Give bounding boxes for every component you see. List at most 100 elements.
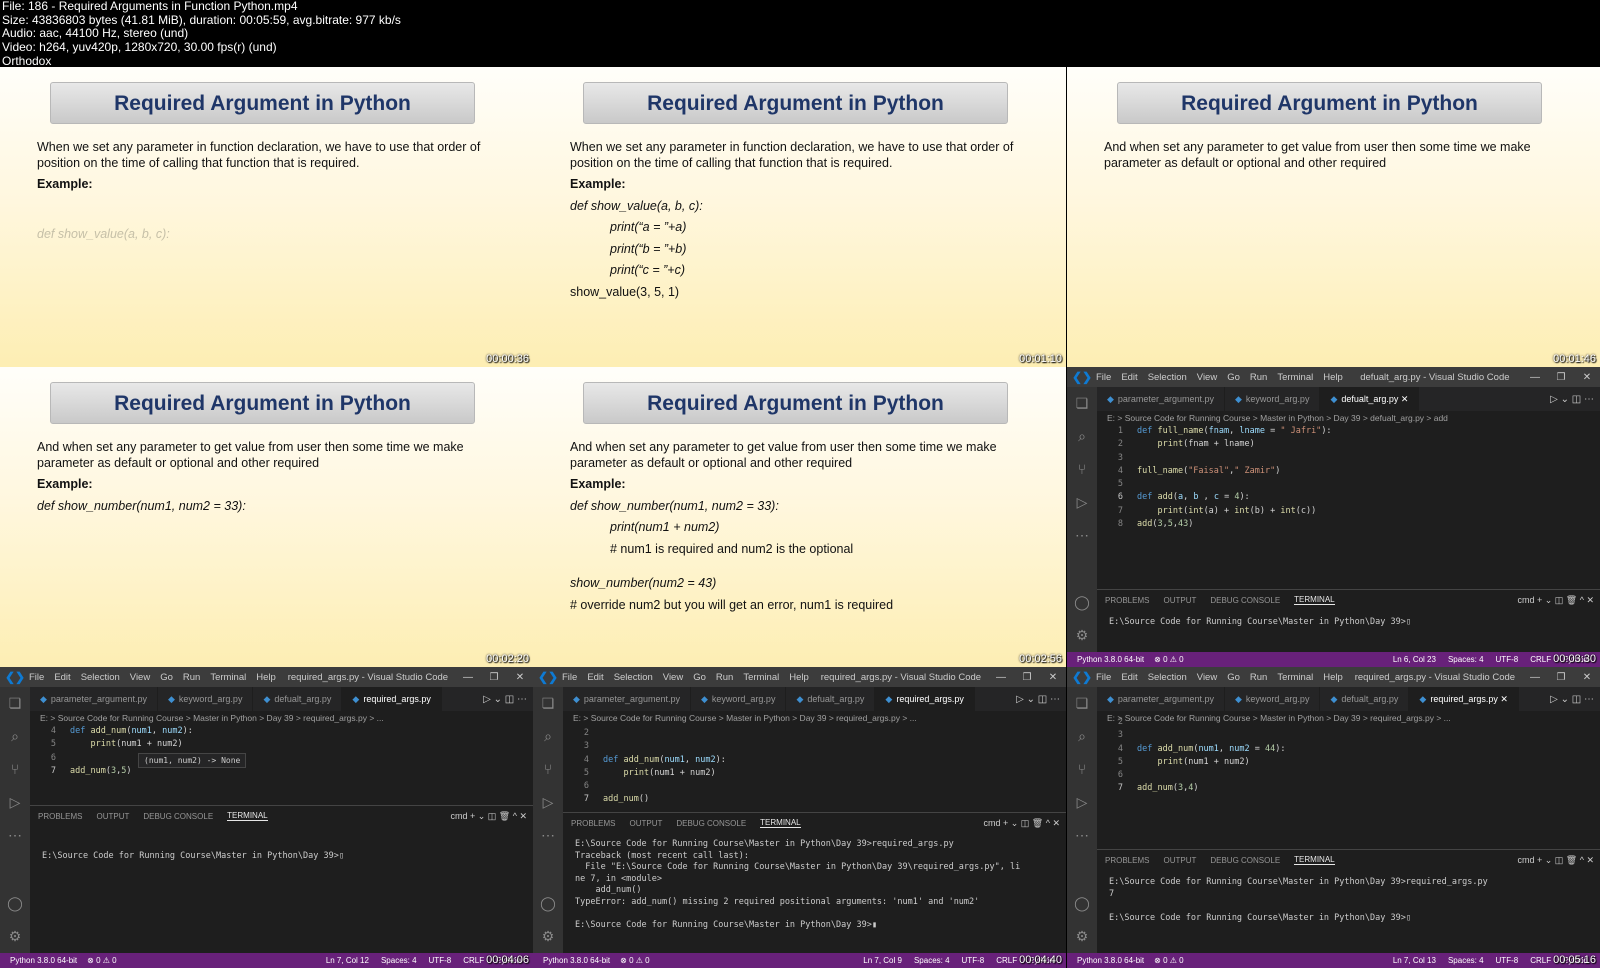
panel-tab-problems[interactable]: PROBLEMS xyxy=(1105,596,1149,605)
gear-icon[interactable]: ⚙ xyxy=(533,920,563,953)
python-interpreter[interactable]: Python 3.8.0 64-bit xyxy=(1077,652,1144,667)
cursor-position[interactable]: Ln 7, Col 13 xyxy=(1393,953,1436,968)
panel-tab-debug-console[interactable]: DEBUG CONSOLE xyxy=(676,819,746,828)
code-editor[interactable]: 2 3 4 def add_num(num1, num2 = 44): 5 pri… xyxy=(1097,716,1590,796)
restore-icon[interactable]: ❐ xyxy=(1014,672,1040,683)
tab-keyword-arg[interactable]: ◆ keyword_arg.py xyxy=(158,687,254,711)
menu-run[interactable]: Run xyxy=(711,672,738,683)
indentation[interactable]: Spaces: 4 xyxy=(1448,652,1484,667)
terminal-controls[interactable]: cmd + ⌄ ◫ 🗑 ^ ✕ xyxy=(984,818,1061,829)
menu-view[interactable]: View xyxy=(1192,372,1222,383)
close-icon[interactable]: ✕ xyxy=(1040,672,1066,683)
tab-defualt-arg[interactable]: ◆ defualt_arg.py xyxy=(253,687,343,711)
panel-tab-output[interactable]: OUTPUT xyxy=(96,812,129,821)
gear-icon[interactable]: ⚙ xyxy=(0,920,30,953)
account-icon[interactable]: ◯ xyxy=(1067,586,1097,619)
panel-tab-output[interactable]: OUTPUT xyxy=(629,819,662,828)
menu-go[interactable]: Go xyxy=(1222,372,1245,383)
tab-defualt-arg[interactable]: ◆ defualt_arg.py xyxy=(1320,687,1410,711)
menu-selection[interactable]: Selection xyxy=(1143,372,1192,383)
account-icon[interactable]: ◯ xyxy=(533,887,563,920)
panel-tab-output[interactable]: OUTPUT xyxy=(1163,856,1196,865)
menu-view[interactable]: View xyxy=(658,672,688,683)
cursor-position[interactable]: Ln 7, Col 9 xyxy=(863,953,902,968)
search-icon[interactable]: ⌕ xyxy=(533,720,563,753)
tab-parameter-argument[interactable]: ◆ parameter_argument.py xyxy=(1097,387,1225,411)
menu-selection[interactable]: Selection xyxy=(76,672,125,683)
menu-edit[interactable]: Edit xyxy=(49,672,75,683)
explorer-icon[interactable]: ❏ xyxy=(533,687,563,720)
editor-actions[interactable]: ▷ ⌄ ◫ ⋯ xyxy=(1550,394,1600,405)
line-ending[interactable]: CRLF xyxy=(1530,652,1551,667)
menu-edit[interactable]: Edit xyxy=(1116,372,1142,383)
line-ending[interactable]: CRLF xyxy=(996,953,1017,968)
explorer-icon[interactable]: ❏ xyxy=(0,687,30,720)
terminal-output[interactable]: E:\Source Code for Running Course\Master… xyxy=(30,826,533,868)
code-editor[interactable]: 4 def add_num(num1, num2): 5 print (num1 +… xyxy=(30,725,523,778)
menu-selection[interactable]: Selection xyxy=(609,672,658,683)
source-control-icon[interactable]: ⑂ xyxy=(533,753,563,786)
minimize-icon[interactable]: — xyxy=(1522,672,1548,683)
encoding[interactable]: UTF-8 xyxy=(429,953,452,968)
menu-file[interactable]: File xyxy=(24,672,49,683)
explorer-icon[interactable]: ❏ xyxy=(1067,687,1097,720)
breadcrumb[interactable]: E: > Source Code for Running Course > Ma… xyxy=(573,711,1066,725)
account-icon[interactable]: ◯ xyxy=(0,887,30,920)
menu-terminal[interactable]: Terminal xyxy=(1272,372,1318,383)
menu-go[interactable]: Go xyxy=(155,672,178,683)
indentation[interactable]: Spaces: 4 xyxy=(381,953,417,968)
panel-tab-debug-console[interactable]: DEBUG CONSOLE xyxy=(1210,856,1280,865)
panel-tab-output[interactable]: OUTPUT xyxy=(1163,596,1196,605)
editor-actions[interactable]: ▷ ⌄ ◫ ⋯ xyxy=(1550,694,1600,705)
tab-parameter-argument[interactable]: ◆ parameter_argument.py xyxy=(30,687,158,711)
menu-file[interactable]: File xyxy=(1091,672,1116,683)
menu-edit[interactable]: Edit xyxy=(1116,672,1142,683)
menu-terminal[interactable]: Terminal xyxy=(205,672,251,683)
source-control-icon[interactable]: ⑂ xyxy=(1067,753,1097,786)
cursor-position[interactable]: Ln 6, Col 23 xyxy=(1393,652,1436,667)
panel-tab-terminal[interactable]: TERMINAL xyxy=(1294,855,1335,865)
menu-run[interactable]: Run xyxy=(1245,672,1272,683)
menu-go[interactable]: Go xyxy=(688,672,711,683)
tab-required-args[interactable]: ◆ required_args.py xyxy=(342,687,442,711)
editor-actions[interactable]: ▷ ⌄ ◫ ⋯ xyxy=(1016,694,1066,705)
tab-keyword-arg[interactable]: ◆ keyword_arg.py xyxy=(1225,387,1321,411)
gear-icon[interactable]: ⚙ xyxy=(1067,619,1097,652)
panel-tab-problems[interactable]: PROBLEMS xyxy=(571,819,615,828)
tab-keyword-arg[interactable]: ◆ keyword_arg.py xyxy=(691,687,787,711)
python-interpreter[interactable]: Python 3.8.0 64-bit xyxy=(10,953,77,968)
restore-icon[interactable]: ❐ xyxy=(1548,672,1574,683)
search-icon[interactable]: ⌕ xyxy=(1067,720,1097,753)
minimize-icon[interactable]: — xyxy=(1522,372,1548,383)
encoding[interactable]: UTF-8 xyxy=(1496,953,1519,968)
run-debug-icon[interactable]: ▷ xyxy=(1067,486,1097,519)
panel-tab-problems[interactable]: PROBLEMS xyxy=(1105,856,1149,865)
menu-help[interactable]: Help xyxy=(1318,672,1348,683)
code-editor[interactable]: 2 3 4 def add_num(num1, num2): 5 print (nu… xyxy=(563,727,1056,807)
python-interpreter[interactable]: Python 3.8.0 64-bit xyxy=(543,953,610,968)
encoding[interactable]: UTF-8 xyxy=(1496,652,1519,667)
menu-edit[interactable]: Edit xyxy=(582,672,608,683)
indentation[interactable]: Spaces: 4 xyxy=(1448,953,1484,968)
panel-tab-terminal[interactable]: TERMINAL xyxy=(760,818,801,828)
tab-parameter-argument[interactable]: ◆ parameter_argument.py xyxy=(1097,687,1225,711)
python-interpreter[interactable]: Python 3.8.0 64-bit xyxy=(1077,953,1144,968)
panel-tab-debug-console[interactable]: DEBUG CONSOLE xyxy=(143,812,213,821)
cursor-position[interactable]: Ln 7, Col 12 xyxy=(326,953,369,968)
restore-icon[interactable]: ❐ xyxy=(481,672,507,683)
panel-tab-debug-console[interactable]: DEBUG CONSOLE xyxy=(1210,596,1280,605)
menu-help[interactable]: Help xyxy=(251,672,281,683)
breadcrumb[interactable]: E: > Source Code for Running Course > Ma… xyxy=(1107,411,1600,425)
tab-required-args[interactable]: ◆ required_args.py xyxy=(875,687,975,711)
menu-run[interactable]: Run xyxy=(1245,372,1272,383)
minimize-icon[interactable]: — xyxy=(988,672,1014,683)
terminal-output[interactable]: E:\Source Code for Running Course\Master… xyxy=(1097,610,1600,634)
search-icon[interactable]: ⌕ xyxy=(0,720,30,753)
close-icon[interactable]: ✕ xyxy=(1574,372,1600,383)
account-icon[interactable]: ◯ xyxy=(1067,887,1097,920)
indentation[interactable]: Spaces: 4 xyxy=(914,953,950,968)
menu-view[interactable]: View xyxy=(125,672,155,683)
problems-count[interactable]: ⊗ 0 ⚠ 0 xyxy=(87,953,116,968)
code-editor[interactable]: 1 def full_name(fnam, lname = " Jafri"): … xyxy=(1097,425,1590,531)
tab-defualt-arg[interactable]: ◆ defualt_arg.py ✕ xyxy=(1320,387,1420,411)
